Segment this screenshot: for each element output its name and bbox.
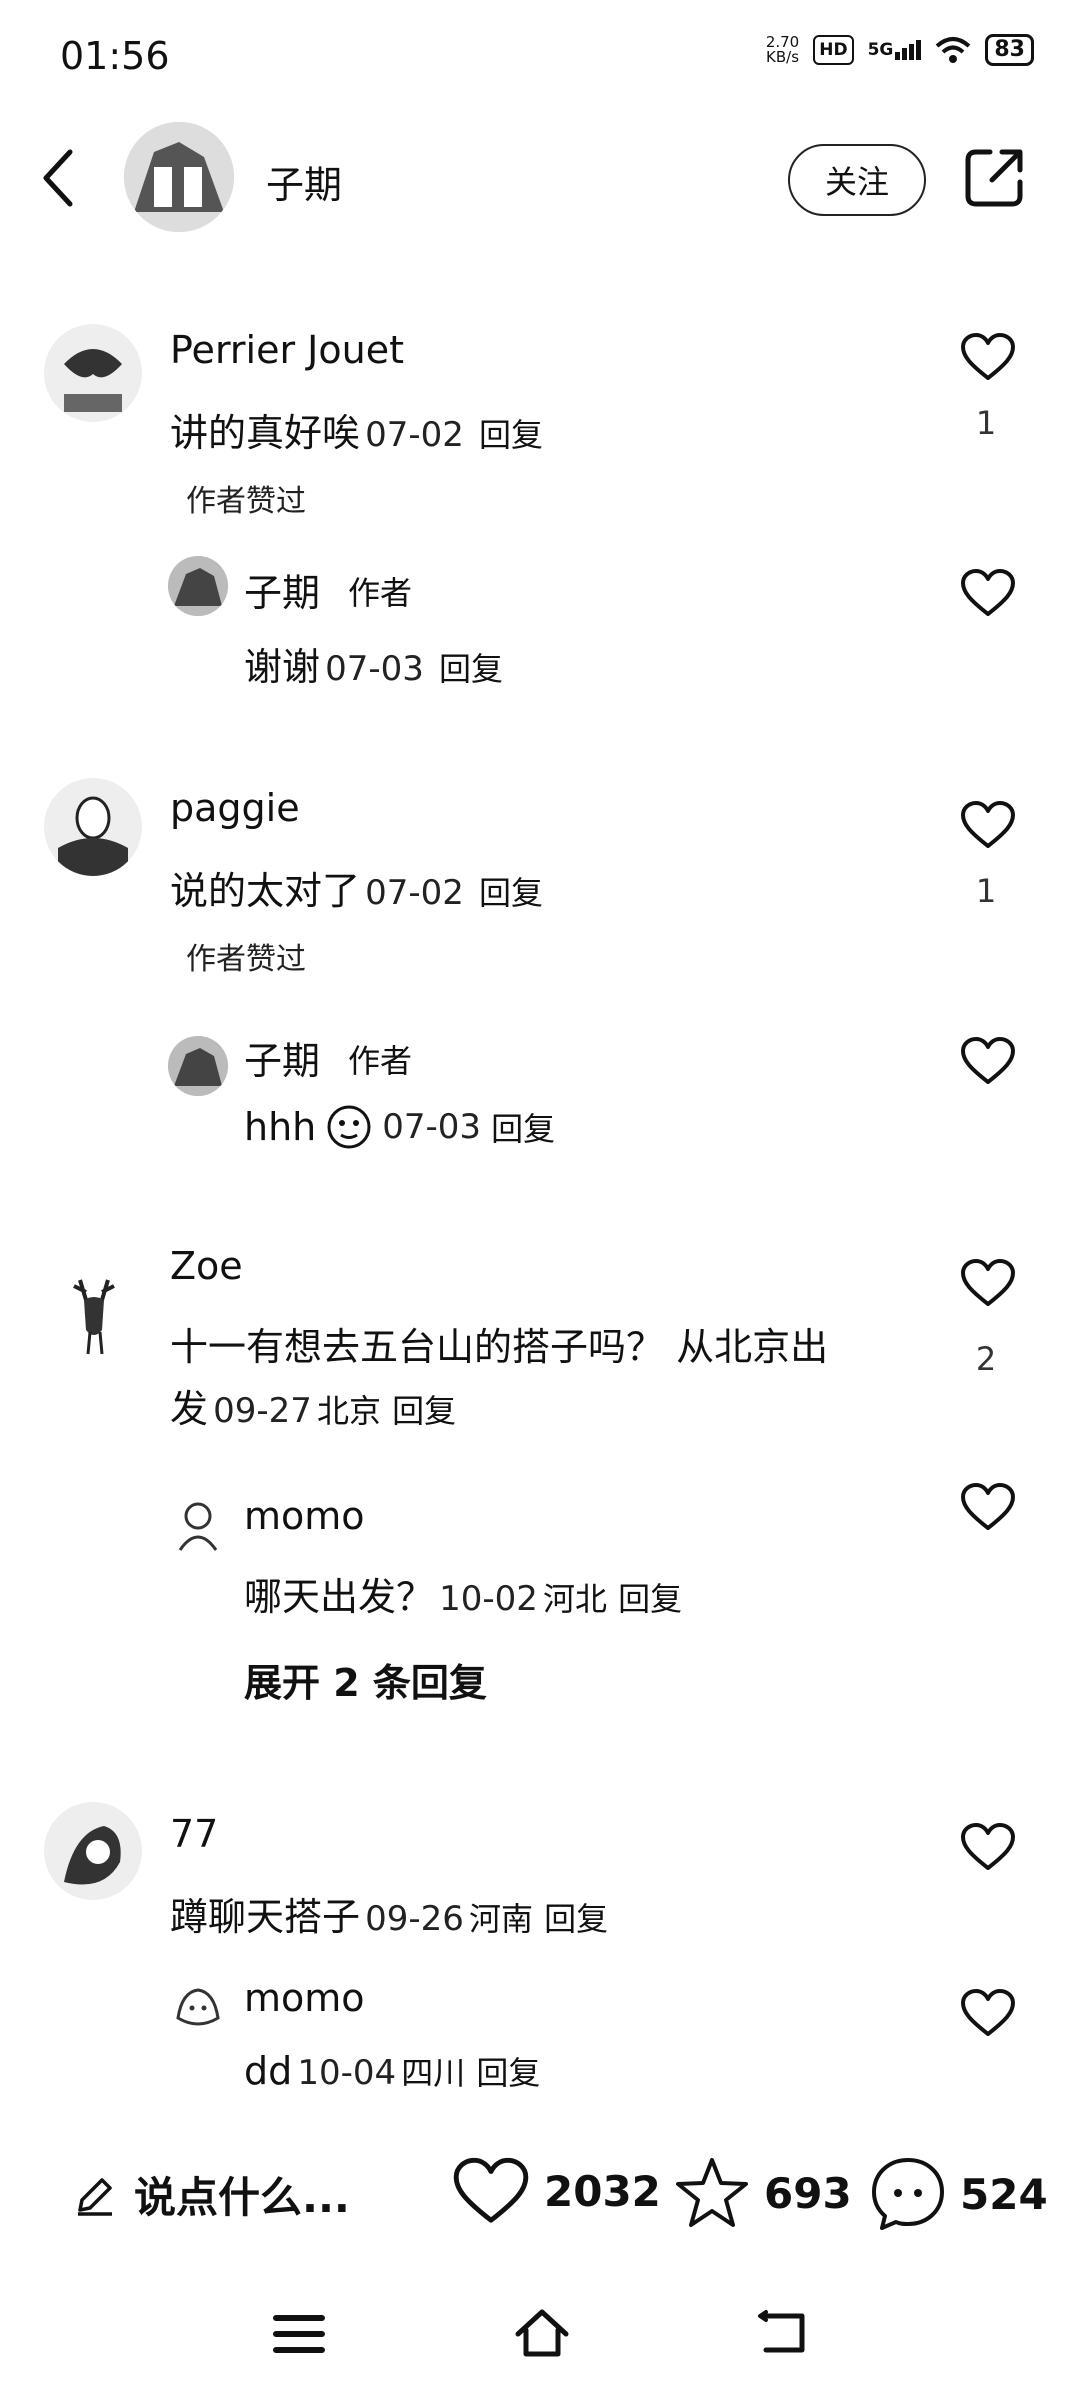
author-avatar[interactable] bbox=[124, 122, 234, 232]
avatar[interactable] bbox=[44, 324, 142, 422]
comment-input[interactable]: 说点什么... bbox=[74, 2164, 350, 2225]
comment-body: 十一有想去五台山的搭子吗？ 从北京出 bbox=[170, 1325, 829, 1369]
author-badge: 作者 bbox=[348, 574, 413, 612]
avatar[interactable] bbox=[168, 556, 228, 616]
heart-icon[interactable] bbox=[960, 1988, 1016, 2038]
reply-body: 哪天出发？ 10-02 河北 回复 bbox=[244, 1575, 683, 1619]
reply-link[interactable]: 回复 bbox=[618, 1580, 682, 1618]
heart-icon[interactable] bbox=[960, 332, 1016, 382]
reply-body: hhh 07-03 回复 bbox=[244, 1104, 556, 1150]
home-icon[interactable] bbox=[512, 2306, 572, 2360]
heart-icon[interactable] bbox=[960, 1482, 1016, 1532]
menu-icon[interactable] bbox=[272, 2312, 326, 2356]
reply-username[interactable]: 子期 bbox=[244, 562, 320, 617]
reply-link[interactable]: 回复 bbox=[479, 874, 543, 912]
comment-button[interactable]: 524 bbox=[870, 2156, 1048, 2232]
reply-body: dd 10-04 四川 回复 bbox=[244, 2049, 541, 2093]
hd-icon: HD bbox=[813, 35, 854, 65]
heart-icon[interactable] bbox=[960, 1822, 1016, 1872]
author-liked-badge: 作者赞过 bbox=[186, 484, 306, 519]
comment-body-line2: 发 09-27 北京 回复 bbox=[170, 1387, 457, 1431]
avatar-image bbox=[44, 324, 142, 422]
avatar-image bbox=[168, 1036, 228, 1096]
wifi-icon bbox=[936, 37, 971, 63]
share-icon[interactable] bbox=[962, 146, 1026, 210]
avatar[interactable] bbox=[50, 1270, 138, 1358]
emoji-icon bbox=[327, 1105, 371, 1149]
star-icon bbox=[676, 2158, 748, 2227]
reply-link[interactable]: 回复 bbox=[479, 416, 543, 454]
avatar-image bbox=[124, 122, 234, 232]
like-count: 1 bbox=[975, 872, 997, 910]
avatar[interactable] bbox=[44, 778, 142, 876]
follow-button[interactable]: 关注 bbox=[788, 144, 926, 216]
comment-username[interactable]: 77 bbox=[170, 1812, 218, 1856]
status-icons: 2.70 KB/s HD 5G 83 bbox=[766, 34, 1034, 66]
like-button[interactable]: 2032 bbox=[452, 2156, 661, 2226]
reply-link[interactable]: 回复 bbox=[439, 650, 503, 688]
author-liked-badge: 作者赞过 bbox=[186, 942, 306, 977]
reply-username[interactable]: momo bbox=[244, 1976, 365, 2020]
comment-username[interactable]: Zoe bbox=[170, 1244, 243, 1288]
heart-icon[interactable] bbox=[960, 1036, 1016, 1086]
network-speed: 2.70 KB/s bbox=[765, 33, 800, 66]
heart-icon[interactable] bbox=[960, 1258, 1016, 1308]
author-name[interactable]: 子期 bbox=[266, 154, 342, 209]
heart-icon[interactable] bbox=[960, 568, 1016, 618]
comment-username[interactable]: paggie bbox=[170, 786, 300, 830]
return-icon[interactable] bbox=[756, 2308, 812, 2358]
back-icon[interactable] bbox=[38, 146, 78, 210]
favorite-button[interactable]: 693 bbox=[674, 2156, 852, 2230]
chat-icon bbox=[872, 2158, 944, 2230]
reply-username[interactable]: momo bbox=[244, 1494, 365, 1538]
expand-replies-button[interactable]: 展开 2 条回复 bbox=[244, 1652, 487, 1707]
avatar-image bbox=[73, 1279, 115, 1355]
avatar[interactable] bbox=[44, 1802, 142, 1900]
avatar[interactable] bbox=[168, 1494, 228, 1554]
avatar-image bbox=[176, 1988, 220, 2026]
battery-icon: 83 bbox=[985, 34, 1034, 66]
avatar[interactable] bbox=[168, 1036, 228, 1096]
like-count: 1 bbox=[975, 404, 997, 442]
like-count: 2 bbox=[975, 1340, 997, 1378]
reply-link[interactable]: 回复 bbox=[544, 1900, 608, 1938]
avatar-image bbox=[178, 1502, 218, 1551]
reply-username[interactable]: 子期 bbox=[244, 1030, 320, 1085]
reply-body: 谢谢 07-03 回复 bbox=[244, 645, 504, 689]
comment-body: 讲的真好唉 07-02 回复 bbox=[170, 411, 544, 455]
avatar-image bbox=[168, 556, 228, 616]
avatar[interactable] bbox=[168, 1978, 228, 2038]
signal-icon: 5G bbox=[868, 40, 922, 60]
reply-link[interactable]: 回复 bbox=[491, 1104, 555, 1150]
comment-username[interactable]: Perrier Jouet bbox=[170, 328, 404, 372]
comment-body: 蹲聊天搭子 09-26 河南 回复 bbox=[170, 1895, 609, 1939]
heart-icon bbox=[453, 2157, 529, 2223]
heart-icon[interactable] bbox=[960, 800, 1016, 850]
avatar-image bbox=[44, 1802, 142, 1900]
author-badge: 作者 bbox=[348, 1042, 413, 1080]
status-time: 01:56 bbox=[60, 34, 170, 78]
reply-link[interactable]: 回复 bbox=[392, 1392, 456, 1430]
reply-link[interactable]: 回复 bbox=[476, 2054, 540, 2092]
comment-body: 说的太对了 07-02 回复 bbox=[170, 869, 544, 913]
avatar-image bbox=[44, 778, 142, 876]
pencil-icon bbox=[78, 2177, 112, 2216]
